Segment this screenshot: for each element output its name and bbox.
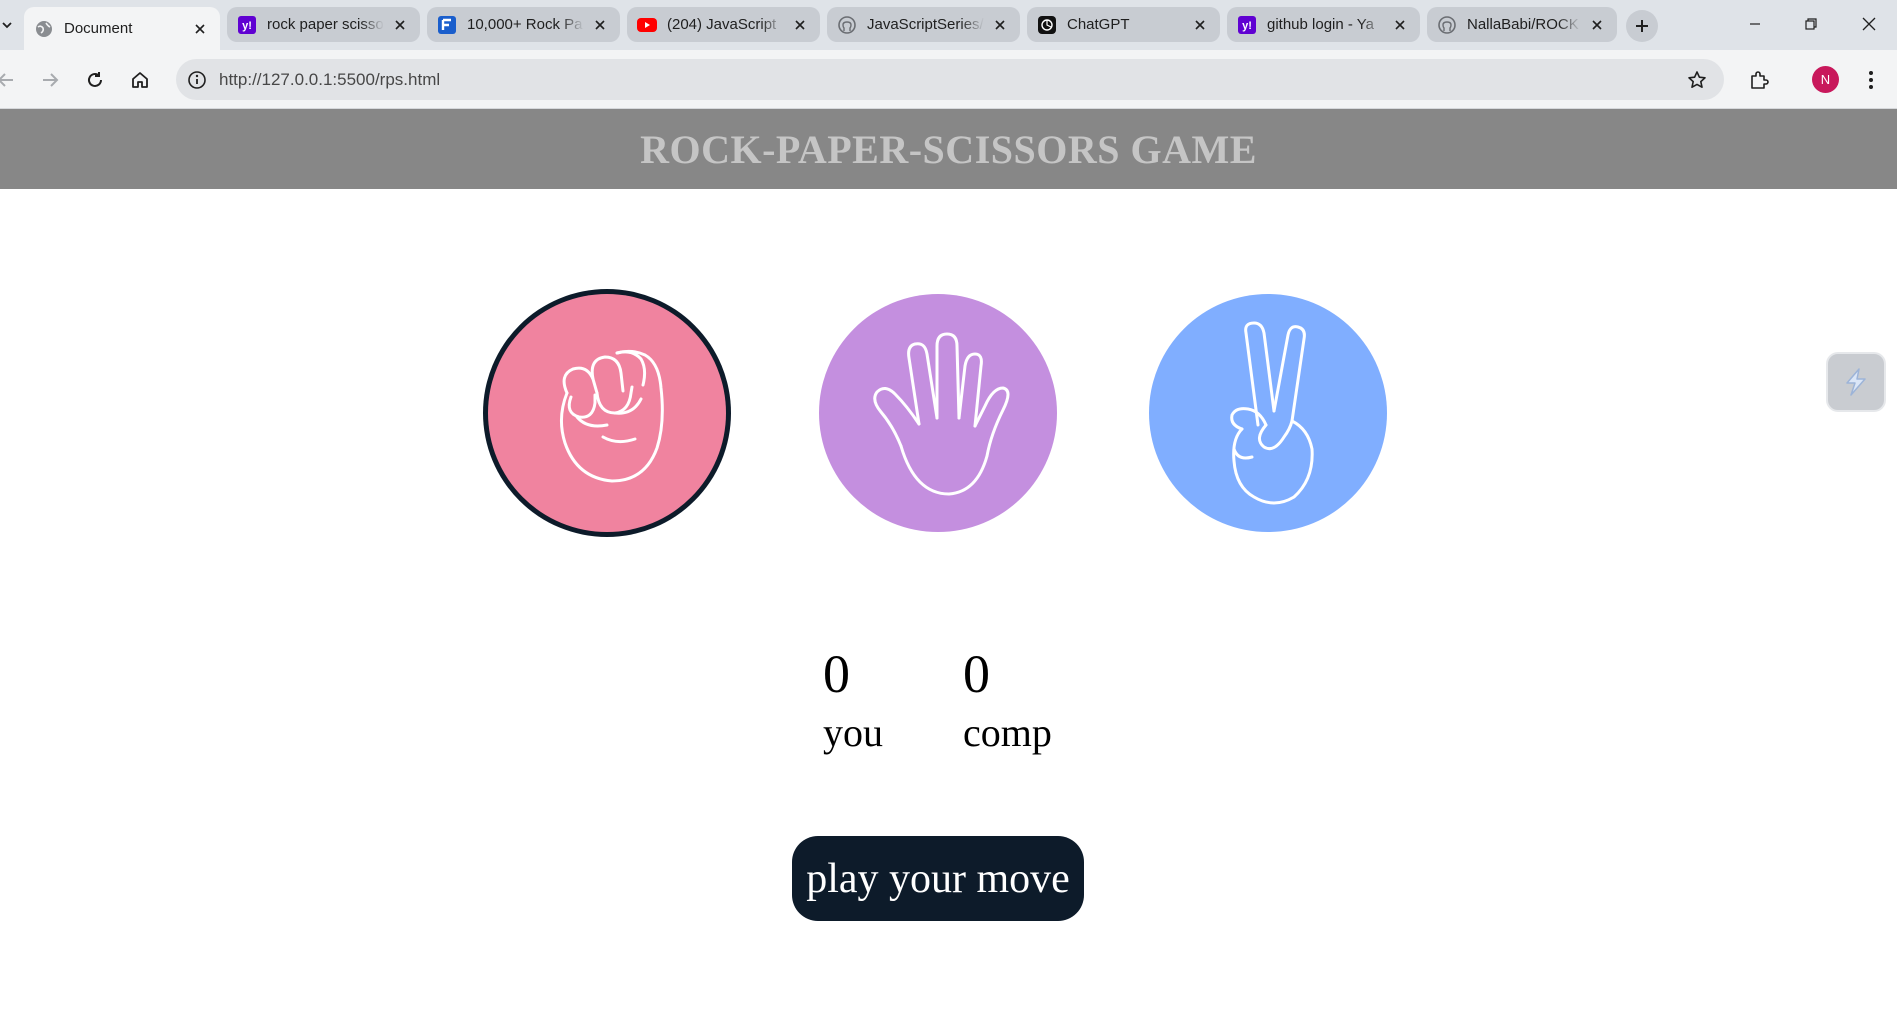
- more-vertical-icon: [1869, 71, 1873, 89]
- yahoo-icon: y!: [237, 15, 257, 35]
- tab-title: ChatGPT: [1067, 16, 1130, 33]
- choice-paper[interactable]: [819, 294, 1057, 532]
- close-icon[interactable]: [790, 15, 810, 35]
- choice-scissors[interactable]: [1149, 294, 1387, 532]
- comp-score-label: comp: [963, 710, 1052, 755]
- open-hand-icon: [873, 332, 1010, 495]
- tab-chatgpt[interactable]: ChatGPT: [1027, 7, 1220, 42]
- comp-score: 0: [963, 644, 990, 704]
- close-window-button[interactable]: [1851, 8, 1887, 40]
- bookmark-star-icon[interactable]: [1684, 67, 1710, 93]
- lightning-icon: [1846, 368, 1866, 396]
- yahoo-icon: y!: [1237, 15, 1257, 35]
- plus-icon: [1636, 20, 1648, 32]
- extensions-button[interactable]: [1743, 64, 1775, 96]
- svg-text:y!: y!: [1242, 20, 1252, 32]
- tab-search-icon[interactable]: [0, 13, 14, 37]
- close-icon: [1862, 17, 1876, 31]
- chatgpt-icon: [1037, 15, 1057, 35]
- back-arrow-icon: [0, 73, 13, 87]
- tab-title: NallaBabi/ROCK: [1467, 16, 1579, 33]
- floating-extension-widget[interactable]: [1826, 352, 1886, 412]
- site-info-icon[interactable]: [182, 65, 211, 94]
- minimize-icon: [1750, 23, 1760, 25]
- reload-button[interactable]: [79, 64, 111, 96]
- home-button[interactable]: [124, 64, 156, 96]
- tab-title: (204) JavaScript: [667, 16, 777, 33]
- tab-youtube[interactable]: (204) JavaScript: [627, 7, 820, 42]
- game-header: ROCK-PAPER-SCISSORS GAME: [0, 109, 1897, 189]
- minimize-button[interactable]: [1737, 8, 1773, 40]
- restore-icon: [1805, 18, 1817, 30]
- tab-title: 10,000+ Rock Pa: [467, 16, 583, 33]
- puzzle-icon: [1751, 71, 1769, 89]
- close-icon[interactable]: [990, 15, 1010, 35]
- tab-github-javascriptseries[interactable]: JavaScriptSeries/: [827, 7, 1020, 42]
- forward-button[interactable]: [34, 64, 66, 96]
- user-score: 0: [823, 644, 850, 704]
- url-text[interactable]: http://127.0.0.1:5500/rps.html: [219, 70, 440, 90]
- close-icon[interactable]: [1587, 15, 1607, 35]
- back-button[interactable]: [0, 64, 22, 96]
- tab-title: Document: [64, 20, 133, 37]
- home-icon: [132, 72, 148, 88]
- restore-button[interactable]: [1793, 8, 1829, 40]
- tab-title: JavaScriptSeries/: [867, 16, 984, 33]
- choice-rock[interactable]: [488, 294, 726, 532]
- tab-rock-paper-scissors-search[interactable]: y! rock paper scisso: [227, 7, 420, 42]
- tab-title: rock paper scisso: [267, 16, 384, 33]
- tab-github-nallababi[interactable]: NallaBabi/ROCK: [1427, 7, 1617, 42]
- close-icon[interactable]: [1390, 15, 1410, 35]
- close-icon[interactable]: [590, 15, 610, 35]
- peace-hand-icon: [1230, 321, 1314, 504]
- github-icon: [1437, 15, 1457, 35]
- tab-strip: Document y! rock paper scisso 10,000+ Ro…: [0, 0, 1897, 50]
- youtube-icon: [637, 15, 657, 35]
- user-score-label: you: [823, 710, 883, 755]
- play-your-move-button[interactable]: play your move: [792, 836, 1084, 921]
- new-tab-button[interactable]: [1626, 10, 1658, 42]
- github-icon: [837, 15, 857, 35]
- close-icon[interactable]: [390, 15, 410, 35]
- fist-icon: [560, 349, 664, 483]
- forward-arrow-icon: [43, 73, 59, 87]
- close-icon[interactable]: [1190, 15, 1210, 35]
- close-icon[interactable]: [190, 19, 210, 39]
- page-title: ROCK-PAPER-SCISSORS GAME: [640, 126, 1257, 172]
- flaticon-icon: [437, 15, 457, 35]
- browser-toolbar: http://127.0.0.1:5500/rps.html N: [0, 50, 1897, 109]
- tab-github-login-search[interactable]: y! github login - Ya: [1227, 7, 1420, 42]
- svg-text:y!: y!: [242, 20, 252, 32]
- tab-flaticon[interactable]: 10,000+ Rock Pa: [427, 7, 620, 42]
- browser-menu-button[interactable]: [1855, 64, 1887, 96]
- tab-document[interactable]: Document: [24, 7, 220, 50]
- profile-avatar[interactable]: N: [1812, 66, 1839, 93]
- reload-icon: [88, 72, 102, 87]
- globe-icon: [34, 19, 54, 39]
- address-bar[interactable]: http://127.0.0.1:5500/rps.html: [176, 59, 1724, 100]
- tab-title: github login - Ya: [1267, 16, 1375, 33]
